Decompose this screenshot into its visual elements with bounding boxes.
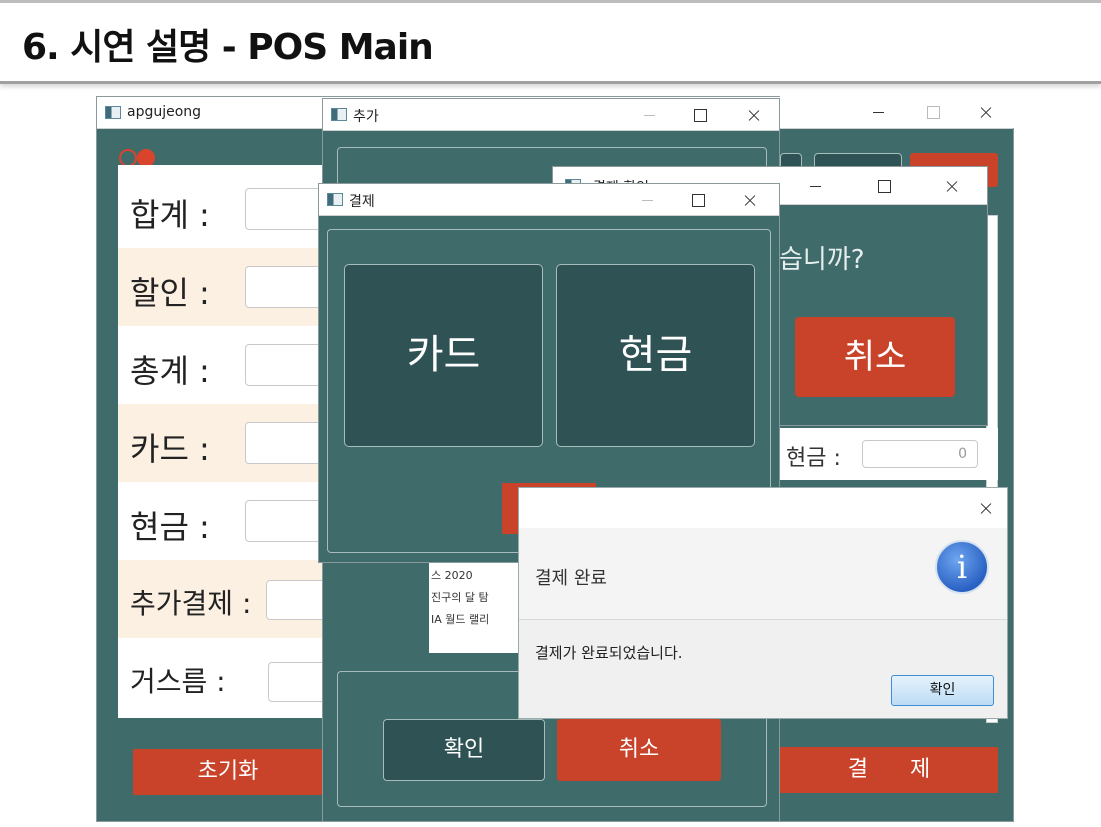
complete-ok-button[interactable]: 확인 (891, 675, 994, 706)
add-titlebar: 추가 (323, 99, 779, 131)
extra-payment-label: 추가결제 : (130, 587, 252, 620)
list-item[interactable]: IA 월드 랠리 (431, 611, 489, 627)
minimize-icon (625, 184, 671, 216)
main-window-controls (780, 96, 1014, 128)
discount-label: 할인 : (130, 274, 210, 312)
list-item[interactable]: 스 2020 (431, 567, 473, 583)
close-icon[interactable] (727, 184, 773, 216)
add-confirm-button[interactable]: 확인 (383, 719, 545, 781)
add-product-list: 스 2020 진구의 달 탐 IA 월드 랠리 (429, 559, 519, 653)
slide-title: 6. 시연 설명 - POS Main (22, 27, 434, 68)
payment-titlebar: 결제 (319, 184, 779, 216)
reset-button[interactable]: 초기화 (133, 749, 323, 795)
slide-header: 6. 시연 설명 - POS Main (0, 0, 1101, 84)
info-icon: i (935, 540, 989, 594)
cash-button[interactable]: 현금 (556, 264, 755, 447)
minimize-icon[interactable] (856, 96, 902, 128)
minimize-icon (627, 99, 673, 131)
minimize-icon[interactable] (793, 170, 839, 202)
grand-total-label: 총계 : (130, 352, 210, 390)
maximize-icon[interactable] (675, 184, 721, 216)
payment-check-cash-row: 현금 : 0 (780, 428, 998, 480)
payment-check-cancel-button[interactable]: 취소 (795, 317, 955, 397)
close-icon[interactable] (929, 170, 975, 202)
add-app-icon (331, 108, 347, 121)
header-line (0, 0, 1101, 3)
complete-dialog-titlebar (519, 488, 1007, 528)
add-cancel-button[interactable]: 취소 (557, 719, 721, 781)
payment-window-title: 결제 (349, 194, 375, 210)
main-window-title: apgujeong (127, 104, 202, 120)
total-label: 합계 : (130, 196, 210, 234)
card-button[interactable]: 카드 (344, 264, 543, 447)
payment-app-icon (327, 193, 343, 206)
list-item[interactable]: 진구의 달 탐 (431, 589, 489, 605)
change-label: 거스름 : (130, 665, 226, 698)
close-icon[interactable] (963, 492, 1009, 524)
pay-button[interactable]: 결 제 (780, 747, 998, 793)
cash-label: 현금 : (130, 508, 210, 546)
payment-check-question: 습니까? (779, 245, 865, 275)
app-icon (105, 106, 121, 119)
payment-complete-dialog: 결제 완료 i 결제가 완료되었습니다. 확인 (518, 487, 1008, 719)
card-label: 카드 : (130, 430, 210, 468)
complete-dialog-header: 결제 완료 (535, 568, 607, 589)
add-window-title: 추가 (353, 109, 379, 125)
maximize-icon[interactable] (861, 170, 907, 202)
close-icon[interactable] (731, 99, 777, 131)
complete-dialog-header-area: 결제 완료 (519, 528, 1007, 620)
maximize-icon (910, 96, 956, 128)
payment-check-cash-field[interactable]: 0 (862, 440, 978, 468)
maximize-icon[interactable] (677, 99, 723, 131)
complete-dialog-message: 결제가 완료되었습니다. (535, 644, 683, 662)
payment-check-cash-label: 현금 : (786, 446, 841, 471)
close-icon[interactable] (963, 96, 1009, 128)
